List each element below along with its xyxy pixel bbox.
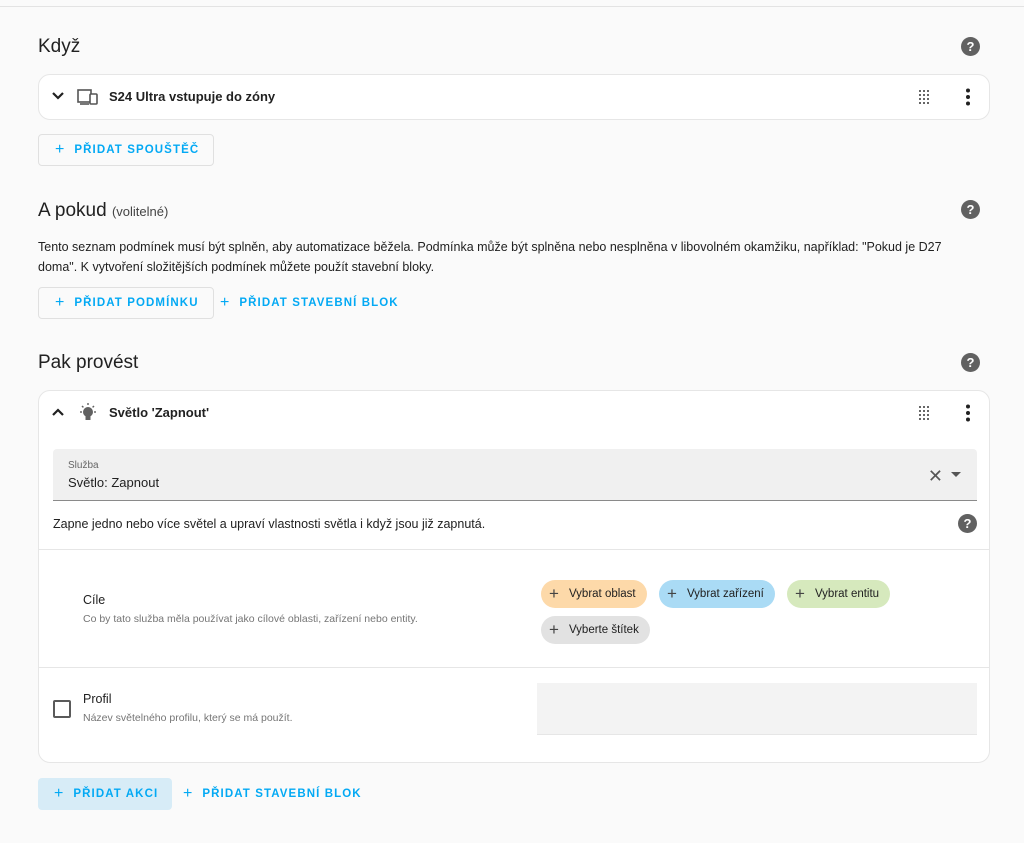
- section-title-then: Pak provést: [38, 352, 139, 373]
- more-vertical-icon[interactable]: [965, 404, 971, 422]
- conditions-description: Tento seznam podmínek musí být splněn, a…: [38, 240, 942, 274]
- plus-icon: +: [667, 584, 677, 603]
- plus-icon: +: [549, 584, 559, 603]
- profile-title: Profil: [83, 692, 112, 706]
- divider: [39, 667, 989, 668]
- add-building-block-button[interactable]: + PŘIDAT STAVEBNÍ BLOK: [175, 778, 370, 810]
- service-value: Světlo: Zapnout: [68, 475, 160, 490]
- action-title: Světlo 'Zapnout': [109, 405, 210, 420]
- trigger-row[interactable]: S24 Ultra vstupuje do zóny: [39, 75, 989, 119]
- select-entity-label: Vybrat entitu: [814, 588, 880, 600]
- service-select[interactable]: Služba Světlo: Zapnout ✕: [53, 449, 977, 501]
- divider: [39, 549, 989, 550]
- trigger-card: S24 Ultra vstupuje do zóny: [38, 74, 990, 120]
- add-trigger-label: PŘIDAT SPOUŠTĚČ: [74, 144, 200, 156]
- plus-icon: +: [55, 294, 65, 311]
- and-if-title: A pokud: [38, 200, 107, 221]
- section-title-when: Když: [38, 36, 81, 57]
- action-row[interactable]: Světlo 'Zapnout': [39, 391, 989, 435]
- add-action-label: PŘIDAT AKCI: [73, 788, 159, 800]
- select-device-chip[interactable]: + Vybrat zařízení: [659, 580, 775, 608]
- help-icon[interactable]: ?: [961, 37, 980, 56]
- drag-handle-icon[interactable]: [919, 90, 931, 104]
- add-condition-button[interactable]: + PŘIDAT PODMÍNKU: [38, 287, 214, 319]
- add-action-button[interactable]: + PŘIDAT AKCI: [38, 778, 173, 810]
- plus-icon: +: [795, 584, 805, 603]
- lightbulb-icon: [80, 403, 96, 420]
- add-building-block-label: PŘIDAT STAVEBNÍ BLOK: [239, 297, 399, 309]
- and-if-subtitle: (volitelné): [111, 204, 169, 219]
- profile-input[interactable]: [537, 683, 977, 735]
- add-trigger-button[interactable]: + PŘIDAT SPOUŠTĚČ: [38, 134, 215, 166]
- add-condition-label: PŘIDAT PODMÍNKU: [74, 297, 199, 309]
- add-building-block-button[interactable]: + PŘIDAT STAVEBNÍ BLOK: [212, 287, 407, 319]
- select-entity-chip[interactable]: + Vybrat entitu: [787, 580, 891, 608]
- plus-icon: +: [549, 620, 559, 639]
- chevron-up-icon[interactable]: [51, 405, 65, 419]
- targets-title: Cíle: [83, 593, 106, 607]
- select-label-label: Vyberte štítek: [568, 624, 639, 636]
- top-divider: [0, 6, 1024, 7]
- service-label: Služba: [68, 460, 99, 471]
- profile-description: Název světelného profilu, který se má po…: [83, 712, 293, 724]
- targets-description: Co by tato služba měla používat jako cíl…: [83, 613, 418, 625]
- select-device-label: Vybrat zařízení: [686, 588, 764, 600]
- section-title-and-if: A pokud (volitelné): [38, 200, 168, 222]
- profile-checkbox[interactable]: [53, 700, 71, 718]
- close-icon[interactable]: ✕: [928, 466, 943, 487]
- add-building-block-label: PŘIDAT STAVEBNÍ BLOK: [202, 788, 362, 800]
- plus-icon: +: [54, 785, 64, 802]
- more-vertical-icon[interactable]: [965, 88, 971, 106]
- drag-handle-icon[interactable]: [919, 406, 931, 420]
- plus-icon: +: [55, 141, 65, 158]
- select-area-label: Vybrat oblast: [568, 588, 636, 600]
- dropdown-arrow-icon[interactable]: [951, 472, 961, 477]
- help-icon[interactable]: ?: [958, 514, 977, 533]
- action-card: Světlo 'Zapnout' Služba Světlo: Zapnout …: [38, 390, 990, 763]
- help-icon[interactable]: ?: [961, 353, 980, 372]
- service-description: Zapne jedno nebo více světel a upraví vl…: [53, 517, 486, 531]
- select-label-chip[interactable]: + Vyberte štítek: [541, 616, 650, 644]
- help-icon[interactable]: ?: [961, 200, 980, 219]
- device-icon: [77, 89, 98, 105]
- select-area-chip[interactable]: + Vybrat oblast: [541, 580, 647, 608]
- plus-icon: +: [183, 785, 193, 802]
- chevron-down-icon[interactable]: [51, 89, 65, 103]
- trigger-title: S24 Ultra vstupuje do zóny: [109, 89, 276, 104]
- plus-icon: +: [220, 294, 230, 311]
